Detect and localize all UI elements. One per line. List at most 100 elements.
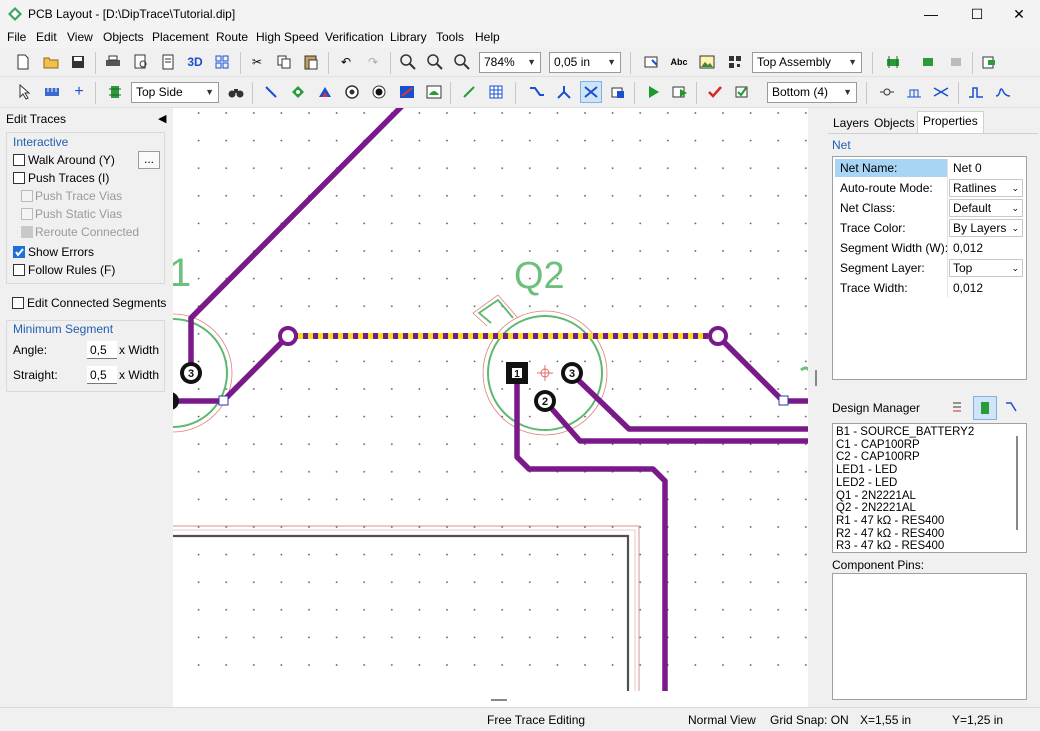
prop-autoroute-select[interactable]: Ratlines ⌄ (949, 179, 1023, 197)
list-item[interactable]: LED2 - LED (836, 477, 974, 490)
route-fork-icon[interactable] (553, 81, 575, 103)
pcb-drawing[interactable]: 1 Q2 3 1 2 3 (173, 108, 808, 691)
prop-trace-color-select[interactable]: By Layers ⌄ (949, 219, 1023, 237)
menu-help[interactable]: Help (475, 30, 500, 44)
collapse-panel-icon[interactable]: ◀ (158, 112, 166, 125)
list-item[interactable]: Q2 - 2N2221AL (836, 502, 974, 515)
pcb-canvas[interactable]: 1 Q2 3 1 2 3 (173, 108, 808, 691)
zoom-out-icon[interactable] (424, 51, 446, 73)
hole-tool-icon[interactable] (368, 81, 390, 103)
disabled-component-icon[interactable] (945, 51, 967, 73)
new-file-icon[interactable] (12, 51, 34, 73)
line-tool-icon[interactable] (260, 81, 282, 103)
walk-around-checkbox[interactable] (13, 154, 25, 166)
tab-properties[interactable]: Properties (917, 111, 984, 133)
pad-tool-icon[interactable] (287, 81, 309, 103)
diff-pair-icon[interactable] (930, 81, 952, 103)
length-tune-icon[interactable] (903, 81, 925, 103)
image-icon[interactable] (696, 51, 718, 73)
list-item[interactable]: R2 - 47 kΩ - RES400 (836, 528, 974, 541)
straight-input[interactable]: 0,5 (87, 366, 117, 384)
drc-settings-icon[interactable] (731, 81, 753, 103)
grid-table-icon[interactable] (485, 81, 507, 103)
splitter-grip-icon[interactable] (815, 370, 817, 386)
print-preview-icon[interactable] (130, 51, 152, 73)
select-arrow-icon[interactable] (14, 81, 36, 103)
push-trace-vias-checkbox[interactable] (21, 190, 33, 202)
splitter-grip-icon[interactable] (491, 699, 507, 701)
panel-splitter[interactable] (808, 108, 826, 707)
component-list-icon[interactable] (950, 400, 966, 416)
board-outline-icon[interactable] (423, 81, 445, 103)
component-tool-icon[interactable] (882, 51, 904, 73)
run-autoroute-icon[interactable] (642, 81, 664, 103)
list-item[interactable]: R3 - 47 kΩ - RES400 (836, 540, 974, 552)
grid-size-select[interactable]: 0,05 in ▼ (549, 52, 621, 73)
print-icon[interactable] (102, 51, 124, 73)
find-binoculars-icon[interactable] (225, 81, 247, 103)
copy-icon[interactable] (273, 51, 295, 73)
list-item[interactable]: R1 - 47 kΩ - RES400 (836, 515, 974, 528)
layer-side-select[interactable]: Top Side ▼ (131, 82, 219, 103)
route-lock-icon[interactable] (607, 81, 629, 103)
prop-net-name-value[interactable]: Net 0 (953, 161, 982, 175)
dimension-icon[interactable] (458, 81, 480, 103)
copper-pour-icon[interactable] (396, 81, 418, 103)
cut-icon[interactable]: ✂ (246, 51, 268, 73)
list-item[interactable]: C1 - CAP100RP (836, 439, 974, 452)
nets-view-icon[interactable] (1004, 400, 1020, 416)
undo-icon[interactable]: ↶ (335, 51, 357, 73)
close-button[interactable]: ✕ (996, 0, 1040, 28)
menu-objects[interactable]: Objects (103, 30, 144, 44)
tab-layers[interactable]: Layers (828, 114, 874, 133)
maximize-button[interactable]: ☐ (954, 0, 1000, 28)
drc-check-icon[interactable] (704, 81, 726, 103)
origin-icon[interactable]: + (68, 81, 90, 103)
list-item[interactable]: LED1 - LED (836, 464, 974, 477)
autoroute-settings-icon[interactable] (669, 81, 691, 103)
menu-placement[interactable]: Placement (152, 30, 209, 44)
component-list[interactable]: B1 - SOURCE_BATTERY2 C1 - CAP100RP C2 - … (832, 423, 1027, 553)
list-item[interactable]: C2 - CAP100RP (836, 451, 974, 464)
redo-icon[interactable]: ↷ (362, 51, 384, 73)
components-view-icon[interactable] (973, 396, 997, 420)
wave-tune-icon[interactable] (992, 81, 1014, 103)
menu-edit[interactable]: Edit (36, 30, 57, 44)
zoom-in-icon[interactable] (397, 51, 419, 73)
open-folder-icon[interactable] (40, 51, 62, 73)
meander-icon[interactable] (965, 81, 987, 103)
list-item[interactable]: Q1 - 2N2221AL (836, 490, 974, 503)
via-tool-icon[interactable] (341, 81, 363, 103)
status-grid-snap[interactable]: Grid Snap: ON (770, 713, 849, 727)
polygon-tool-icon[interactable] (314, 81, 336, 103)
angle-input[interactable]: 0,5 (87, 341, 117, 359)
walk-around-options-button[interactable]: ... (138, 151, 160, 169)
update-component-icon[interactable] (917, 51, 939, 73)
edit-traces-icon[interactable] (580, 81, 602, 103)
horizontal-scroll-area[interactable] (173, 691, 808, 707)
menu-verification[interactable]: Verification (325, 30, 384, 44)
library-manager-icon[interactable] (978, 51, 1000, 73)
menu-library[interactable]: Library (390, 30, 427, 44)
paste-icon[interactable] (300, 51, 322, 73)
measure-icon[interactable] (41, 81, 63, 103)
route-trace-icon[interactable] (526, 81, 548, 103)
view-side-select[interactable]: Top Assembly ▼ (752, 52, 862, 73)
edit-connected-checkbox[interactable] (12, 297, 24, 309)
text-tool-icon[interactable] (641, 51, 663, 73)
qr-code-icon[interactable] (724, 51, 746, 73)
show-errors-checkbox[interactable] (13, 246, 25, 258)
menu-high-speed[interactable]: High Speed (256, 30, 319, 44)
prop-segment-width-value[interactable]: 0,012 (953, 241, 983, 255)
spell-check-icon[interactable]: Abc (668, 51, 690, 73)
menu-view[interactable]: View (67, 30, 93, 44)
zoom-fit-icon[interactable] (451, 51, 473, 73)
list-item[interactable]: B1 - SOURCE_BATTERY2 (836, 426, 974, 439)
menu-route[interactable]: Route (216, 30, 248, 44)
3d-view-button[interactable]: 3D (184, 51, 206, 73)
minimize-button[interactable]: — (908, 0, 954, 28)
page-setup-icon[interactable] (157, 51, 179, 73)
prop-net-class-select[interactable]: Default ⌄ (949, 199, 1023, 217)
via-right[interactable] (708, 326, 728, 346)
zoom-select[interactable]: 784% ▼ (479, 52, 541, 73)
